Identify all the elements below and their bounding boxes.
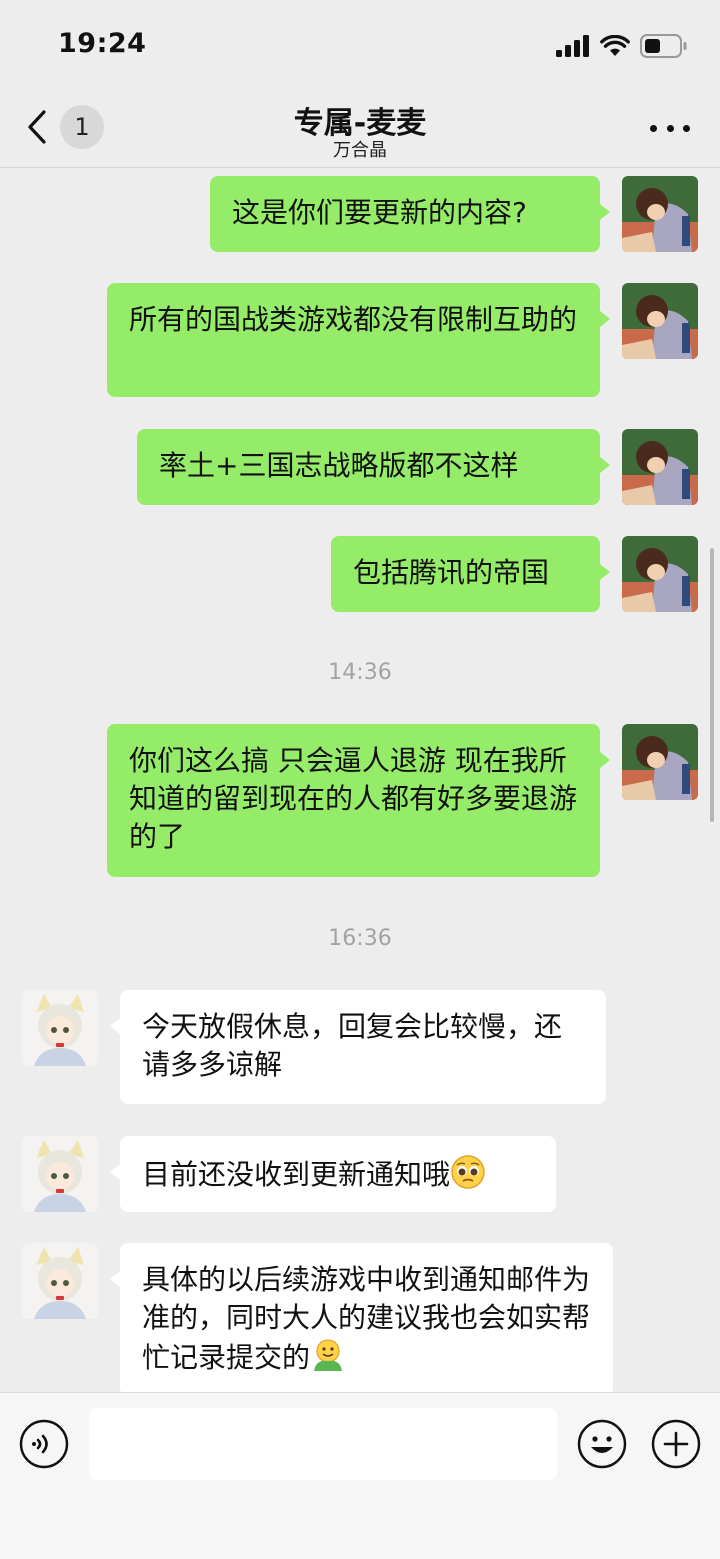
more-dots-icon [650,124,657,132]
message-text: 包括腾讯的帝国 [353,556,550,589]
message-text: 这是你们要更新的内容? [232,196,527,229]
message-bubble[interactable]: 所有的国战类游戏都没有限制互助的 [107,283,610,397]
status-bar: 19:24 [0,0,720,90]
message-timestamp: 14:36 [328,660,392,685]
input-bar [0,1392,720,1559]
user-avatar-icon [622,176,698,252]
message-text: 所有的国战类游戏都没有限制互助的 [129,303,578,336]
hug-emoji [310,1337,346,1383]
message-text: 率土+三国志战略版都不这样 [159,449,519,482]
contact-avatar-icon [22,1243,98,1319]
voice-icon [19,1419,69,1469]
status-time: 19:24 [58,28,147,59]
message-text: 今天放假休息，回复会比较慢，还请多多谅解 [142,1010,563,1081]
avatar[interactable] [622,536,698,612]
contact-avatar-icon [22,1136,98,1212]
wifi-icon [600,35,630,56]
message-bubble[interactable]: 目前还没收到更新通知哦 [110,1136,556,1212]
message-bubble[interactable]: 具体的以后续游戏中收到通知邮件为准的，同时大人的建议我也会如实帮忙记录提交的 [110,1243,613,1392]
more-actions-button[interactable] [651,1419,701,1469]
signal-icon [556,35,589,57]
avatar[interactable] [22,990,98,1066]
message-text: 具体的以后续游戏中收到通知邮件为准的，同时大人的建议我也会如实帮忙记录提交的 [142,1263,591,1374]
avatar[interactable] [622,283,698,359]
message-text: 目前还没收到更新通知哦 [142,1158,451,1191]
user-avatar-icon [622,429,698,505]
scrollbar[interactable] [710,548,714,822]
contact-avatar-icon [22,990,98,1066]
message-timestamp: 16:36 [328,926,392,951]
avatar[interactable] [22,1243,98,1319]
voice-button[interactable] [19,1419,69,1469]
pleading-face-emoji [450,1154,486,1200]
chat-subtitle: 万合晶 [333,140,387,161]
message-input[interactable] [89,1408,557,1480]
emoji-button[interactable] [577,1419,627,1469]
chat-header: 1 专属-麦麦 万合晶 [0,90,720,168]
message-bubble[interactable]: 率土+三国志战略版都不这样 [137,429,610,505]
message-text: 你们这么搞 只会逼人退游 现在我所知道的留到现在的人都有好多要退游的了 [129,744,578,853]
user-avatar-icon [622,283,698,359]
emoji-icon [577,1419,627,1469]
message-bubble[interactable]: 今天放假休息，回复会比较慢，还请多多谅解 [110,990,606,1104]
avatar[interactable] [622,724,698,800]
message-bubble[interactable]: 包括腾讯的帝国 [331,536,610,612]
message-list[interactable]: 这是你们要更新的内容? 所有的国战类游戏都没有限制互助的 率土+三国志战略版都不… [0,168,720,1392]
message-bubble[interactable]: 你们这么搞 只会逼人退游 现在我所知道的留到现在的人都有好多要退游的了 [107,724,610,877]
message-bubble[interactable]: 这是你们要更新的内容? [210,176,610,252]
user-avatar-icon [622,724,698,800]
avatar[interactable] [622,176,698,252]
plus-icon [651,1419,701,1469]
status-icons [556,32,688,60]
avatar[interactable] [622,429,698,505]
avatar[interactable] [22,1136,98,1212]
user-avatar-icon [622,536,698,612]
more-options-button[interactable] [650,116,690,140]
battery-icon [640,34,687,58]
